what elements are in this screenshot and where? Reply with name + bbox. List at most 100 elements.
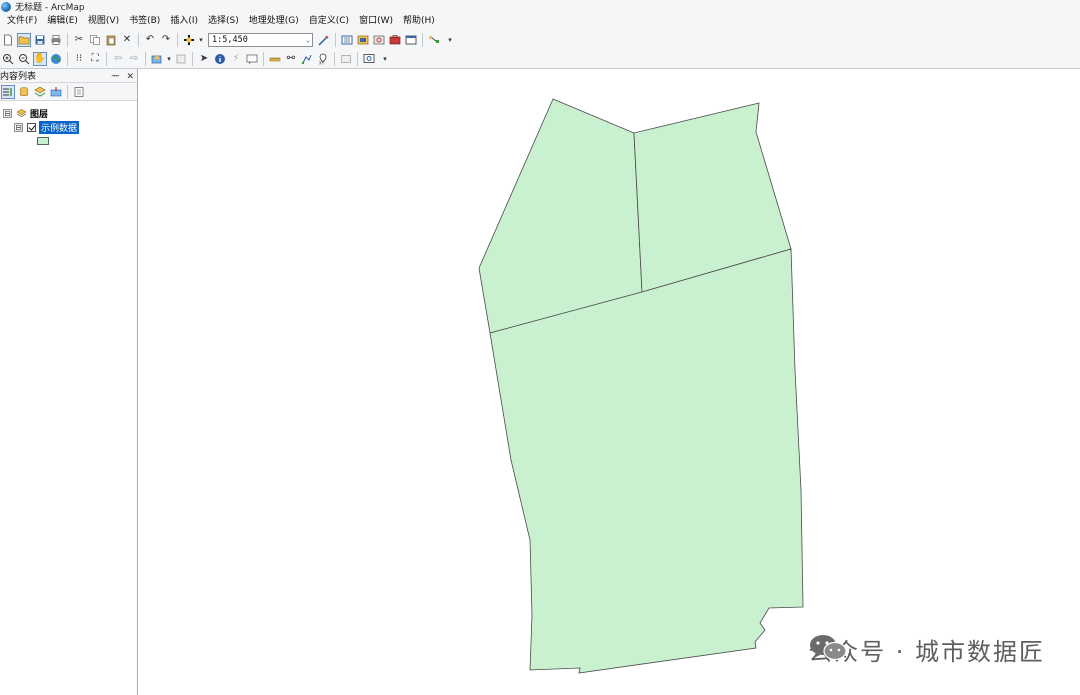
wechat-icon bbox=[810, 635, 847, 661]
python-window-icon[interactable] bbox=[404, 33, 418, 47]
toc-title: 内容列表 bbox=[0, 72, 37, 82]
select-by-graphics-icon[interactable] bbox=[150, 52, 164, 66]
collapse-toggle[interactable]: ⊟ bbox=[3, 108, 12, 118]
menu-view[interactable]: 视图(V) bbox=[83, 13, 124, 30]
forward-extent-icon[interactable]: ⇨ bbox=[127, 52, 141, 66]
menu-bar: 文件(F) 编辑(E) 视图(V) 书签(B) 插入(I) 选择(S) 地理处理… bbox=[0, 13, 1080, 30]
toolbar-separator bbox=[192, 51, 193, 66]
time-slider-icon[interactable] bbox=[339, 52, 353, 66]
select-elements-arrow-icon[interactable]: ➤ bbox=[197, 52, 211, 66]
toolbar-separator bbox=[334, 51, 335, 66]
menu-help[interactable]: 帮助(H) bbox=[398, 13, 440, 30]
title-bar: 无标题 - ArcMap bbox=[0, 0, 1080, 13]
full-extent-globe-icon[interactable] bbox=[49, 52, 63, 66]
toc-options-icon[interactable] bbox=[72, 85, 86, 99]
print-icon[interactable] bbox=[49, 33, 63, 47]
zoom-in-icon[interactable] bbox=[1, 52, 15, 66]
back-extent-icon[interactable]: ⇦ bbox=[111, 52, 125, 66]
arcmap-app-icon bbox=[1, 1, 11, 12]
add-data-icon[interactable] bbox=[182, 33, 196, 47]
paste-icon[interactable] bbox=[104, 33, 118, 47]
catalog-window-icon[interactable] bbox=[356, 33, 370, 47]
go-to-xy-icon[interactable]: XY bbox=[316, 52, 330, 66]
undo-icon[interactable]: ↶ bbox=[143, 33, 157, 47]
collapse-toggle[interactable]: ⊟ bbox=[14, 122, 23, 132]
menu-windows[interactable]: 窗口(W) bbox=[354, 13, 398, 30]
find-route-icon[interactable] bbox=[300, 52, 314, 66]
chevron-down-icon[interactable]: ⌄ bbox=[306, 36, 310, 44]
toolbar-separator bbox=[357, 51, 358, 66]
editor-toolbar-icon[interactable] bbox=[317, 33, 331, 47]
list-by-drawing-order-icon[interactable] bbox=[1, 84, 15, 99]
toolbar-separator bbox=[106, 51, 107, 66]
tree-layer-row[interactable]: ⊟ 示例数据 bbox=[14, 120, 80, 134]
delete-icon[interactable]: ✕ bbox=[120, 33, 134, 47]
toolbar-options-icon[interactable]: ▾ bbox=[443, 33, 457, 47]
menu-selection[interactable]: 选择(S) bbox=[203, 13, 244, 30]
tree-root-label[interactable]: 图层 bbox=[30, 107, 48, 120]
menu-insert[interactable]: 插入(I) bbox=[165, 13, 203, 30]
layer-symbol-swatch[interactable] bbox=[37, 137, 49, 145]
menu-file[interactable]: 文件(F) bbox=[2, 13, 42, 30]
window-title: 无标题 - ArcMap bbox=[15, 3, 85, 13]
identify-info-icon[interactable] bbox=[213, 52, 227, 66]
pan-hand-icon[interactable]: ✋ bbox=[33, 51, 47, 66]
search-window-icon[interactable] bbox=[372, 33, 386, 47]
toolbar-separator bbox=[335, 32, 336, 47]
model-builder-icon[interactable] bbox=[427, 33, 441, 47]
tree-root-row[interactable]: ⊟ 图层 bbox=[3, 106, 48, 120]
copy-icon[interactable] bbox=[88, 33, 102, 47]
select-dropdown-icon[interactable]: ▾ bbox=[166, 52, 172, 66]
toolbar-separator bbox=[422, 32, 423, 47]
find-binoculars-icon[interactable]: ⚯ bbox=[284, 52, 298, 66]
toolbar-separator bbox=[177, 32, 178, 47]
list-by-selection-icon[interactable] bbox=[49, 85, 63, 99]
toolbar-separator bbox=[67, 32, 68, 47]
tree-layer-label[interactable]: 示例数据 bbox=[39, 120, 80, 134]
legend-symbol-row[interactable] bbox=[37, 134, 49, 148]
map-display[interactable]: 公众号 · 城市数据匠 bbox=[139, 70, 1080, 695]
create-viewer-window-icon[interactable] bbox=[362, 52, 376, 66]
table-of-contents-icon[interactable] bbox=[340, 33, 354, 47]
list-by-source-icon[interactable] bbox=[17, 85, 31, 99]
tools-toolbar: ✋ ⁝⁝ ⛶ ⇦ ⇨ ▾ ➤ ⚡ ⚯ XY ▾ bbox=[0, 49, 1080, 69]
list-by-visibility-icon[interactable] bbox=[33, 85, 47, 99]
toolbar-separator bbox=[67, 84, 68, 99]
zoom-out-icon[interactable] bbox=[17, 52, 31, 66]
fixed-zoom-in-icon[interactable]: ⁝⁝ bbox=[72, 52, 86, 66]
toc-header: 内容列表 ᅲ ✕ bbox=[0, 69, 137, 83]
map-scale-combobox[interactable]: 1:5,450 ⌄ bbox=[208, 32, 313, 47]
hyperlink-icon[interactable]: ⚡ bbox=[229, 52, 243, 66]
pin-icon[interactable]: ᅲ bbox=[111, 72, 119, 82]
save-icon[interactable] bbox=[33, 33, 47, 47]
new-document-icon[interactable] bbox=[1, 33, 15, 47]
toolbar-options-icon[interactable]: ▾ bbox=[378, 52, 392, 66]
add-data-dropdown-icon[interactable]: ▾ bbox=[198, 33, 204, 47]
svg-text:XY: XY bbox=[319, 60, 325, 65]
html-popup-icon[interactable] bbox=[245, 52, 259, 66]
map-scale-value: 1:5,450 bbox=[212, 34, 248, 45]
close-icon[interactable]: ✕ bbox=[126, 72, 134, 82]
cut-icon[interactable]: ✂ bbox=[72, 33, 86, 47]
fixed-zoom-out-icon[interactable]: ⛶ bbox=[88, 52, 102, 66]
toolbar-separator bbox=[263, 51, 264, 66]
open-folder-icon[interactable] bbox=[17, 32, 31, 47]
toolbar-separator bbox=[145, 51, 146, 66]
parcel-polygon-northwest[interactable] bbox=[478, 98, 643, 334]
menu-geoprocessing[interactable]: 地理处理(G) bbox=[244, 13, 304, 30]
layer-visibility-checkbox[interactable] bbox=[27, 122, 36, 132]
clear-selection-icon[interactable] bbox=[174, 52, 188, 66]
watermark: 公众号 · 城市数据匠 bbox=[808, 632, 1045, 667]
menu-edit[interactable]: 编辑(E) bbox=[42, 13, 83, 30]
toolbar-separator bbox=[67, 51, 68, 66]
map-canvas[interactable] bbox=[139, 70, 1080, 695]
toolbar-separator bbox=[138, 32, 139, 47]
menu-customize[interactable]: 自定义(C) bbox=[304, 13, 354, 30]
toc-toolbar bbox=[0, 83, 137, 101]
layers-stack-icon bbox=[16, 108, 27, 118]
arctoolbox-icon[interactable] bbox=[388, 33, 402, 47]
menu-bookmarks[interactable]: 书签(B) bbox=[124, 13, 165, 30]
standard-toolbar: ✂ ✕ ↶ ↷ ▾ 1:5,450 ⌄ ▾ bbox=[0, 30, 1080, 49]
measure-ruler-icon[interactable] bbox=[268, 52, 282, 66]
redo-icon[interactable]: ↷ bbox=[159, 33, 173, 47]
